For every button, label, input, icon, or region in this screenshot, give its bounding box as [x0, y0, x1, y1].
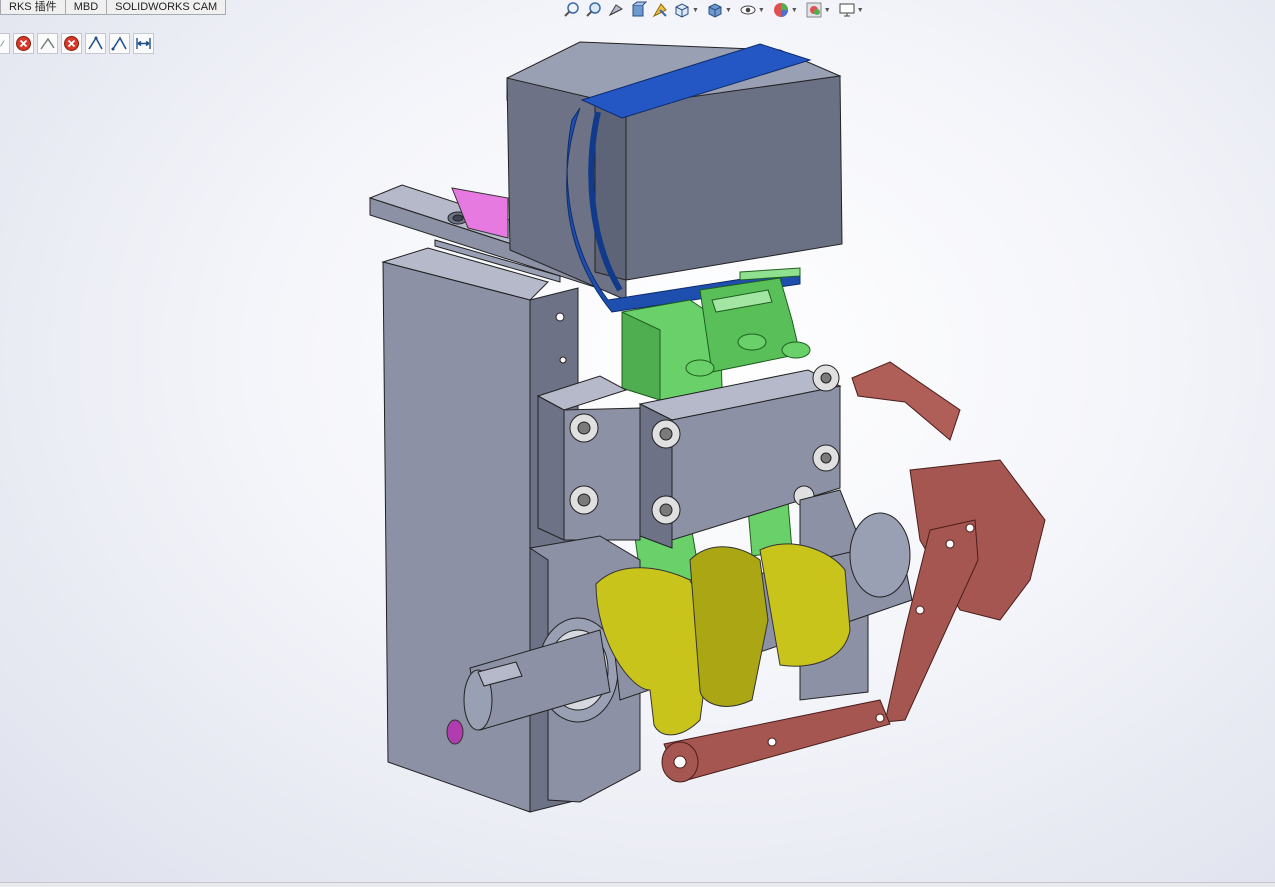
zoom-to-area-icon: [586, 2, 601, 17]
command-manager-tabs: RKS 插件 MBD SOLIDWORKS CAM: [0, 0, 227, 15]
view-settings-button[interactable]: ▼: [838, 1, 867, 19]
view-settings-icon: [839, 3, 855, 17]
angle-button-2[interactable]: [109, 33, 130, 54]
section-view-button[interactable]: [629, 1, 647, 19]
dynamic-annotation-button[interactable]: [651, 1, 669, 19]
line-button[interactable]: [0, 33, 10, 54]
tab-addins[interactable]: RKS 插件: [0, 0, 66, 15]
hide-show-button[interactable]: ▼: [739, 1, 768, 19]
line-icon: [40, 37, 55, 50]
zoom-to-area-button[interactable]: [585, 1, 603, 19]
line-icon: [0, 40, 5, 47]
view-orientation-button[interactable]: ▼: [673, 1, 702, 19]
previous-view-button[interactable]: [607, 1, 625, 19]
edit-appearance-icon: [773, 3, 788, 17]
apply-scene-button[interactable]: ▼: [805, 1, 834, 19]
horizontal-dimension-button[interactable]: [133, 33, 154, 54]
section-view-icon: [632, 1, 647, 17]
chevron-down-icon[interactable]: ▼: [824, 7, 831, 14]
status-bar-edge: [0, 882, 1275, 887]
horizontal-dimension-icon: [136, 38, 151, 49]
apply-scene-icon: [806, 2, 822, 18]
heads-up-view-toolbar: ▼ ▼ ▼ ▼ ▼ ▼: [563, 0, 871, 20]
previous-view-icon: [608, 4, 623, 17]
display-style-icon: [708, 3, 722, 18]
chevron-down-icon[interactable]: ▼: [791, 7, 798, 14]
tab-solidworks-cam[interactable]: SOLIDWORKS CAM: [106, 0, 227, 15]
model-viewport[interactable]: [0, 0, 1275, 886]
chevron-down-icon[interactable]: ▼: [725, 7, 732, 14]
delete-relation-button[interactable]: [61, 33, 82, 54]
angle-icon: [88, 36, 103, 50]
angle-icon: [111, 36, 127, 51]
edit-appearance-button[interactable]: ▼: [772, 1, 801, 19]
line-tool-button[interactable]: [37, 33, 58, 54]
chevron-down-icon[interactable]: ▼: [692, 7, 699, 14]
display-style-button[interactable]: ▼: [706, 1, 735, 19]
dynamic-annotation-icon: [652, 3, 667, 18]
zoom-to-fit-button[interactable]: [563, 1, 581, 19]
close-circle-icon: [64, 36, 79, 51]
sketch-toolbar: [0, 33, 157, 54]
chevron-down-icon[interactable]: ▼: [857, 7, 864, 14]
cancel-relation-button[interactable]: [13, 33, 34, 54]
magenta-pin: [446, 719, 464, 745]
view-orientation-icon: [675, 3, 689, 18]
angle-button[interactable]: [85, 33, 106, 54]
hide-show-icon: [740, 5, 756, 15]
tab-mbd[interactable]: MBD: [64, 0, 108, 15]
chevron-down-icon[interactable]: ▼: [758, 7, 765, 14]
zoom-to-fit-icon: [564, 2, 579, 17]
close-circle-icon: [16, 36, 31, 51]
